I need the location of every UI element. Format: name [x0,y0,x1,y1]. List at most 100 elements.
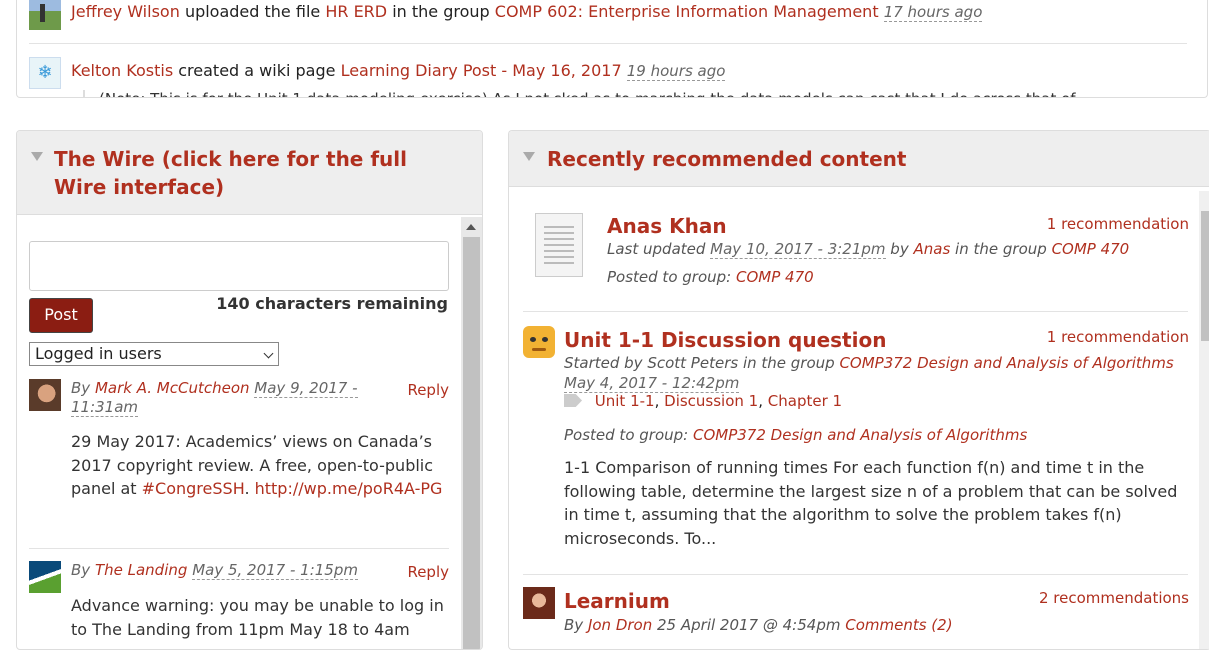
author-link[interactable]: The Landing [95,561,187,579]
file-link[interactable]: HR ERD [325,2,387,21]
reply-link[interactable]: Reply [407,381,449,399]
divider [523,574,1188,575]
wire-header: The Wire (click here for the full Wire i… [17,131,482,215]
recommended-header: Recently recommended content [509,131,1209,187]
scrollbar-thumb[interactable] [1201,211,1209,341]
timestamp: 17 hours ago [883,3,983,22]
activity-panel: Jeffrey Wilson uploaded the file HR ERD … [16,0,1208,98]
divider [29,548,449,549]
avatar[interactable] [523,587,555,619]
by-label: By [71,561,91,579]
access-select[interactable]: Logged in users [29,342,279,366]
author-link[interactable]: Mark A. McCutcheon [95,379,250,397]
activity-item: ❄ Kelton Kostis created a wiki page Lear… [29,57,1187,91]
tag-link[interactable]: Unit 1-1 [595,392,655,410]
item-title-link[interactable]: Learnium [564,589,670,613]
tag-link[interactable]: Chapter 1 [768,392,842,410]
recommended-panel: Recently recommended content Anas Khan 1… [508,130,1209,650]
meta-text: Started by Scott Peters in the group [564,354,835,372]
recommendation-count[interactable]: 1 recommendation [1047,215,1189,233]
tag-icon [564,394,582,407]
recommended-scrollbar[interactable] [1199,191,1209,649]
group-link[interactable]: COMP372 Design and Analysis of Algorithm… [839,354,1173,372]
item-excerpt: 1-1 Comparison of running times For each… [564,458,1178,548]
item-meta: By Jon Dron 25 April 2017 @ 4:54pm Comme… [564,616,953,636]
item-meta: Started by Scott Peters in the group COM… [564,354,1184,393]
item-meta: Last updated May 10, 2017 - 3:21pm by An… [607,240,1167,260]
user-link[interactable]: Jeffrey Wilson [71,2,180,21]
wire-panel: The Wire (click here for the full Wire i… [16,130,483,650]
avatar[interactable]: ❄ [29,57,61,89]
wiki-page-link[interactable]: Learning Diary Post - May 16, 2017 [341,61,622,80]
reply-link[interactable]: Reply [407,563,449,581]
url-link[interactable]: http://wp.me/poR4A-PG [255,479,443,498]
activity-item: Jeffrey Wilson uploaded the file HR ERD … [29,0,1187,32]
wire-post: By The Landing May 5, 2017 - 1:15pm Repl… [29,561,449,649]
wire-message-input[interactable] [29,241,449,291]
group-link[interactable]: COMP 470 [736,268,814,286]
recommended-title: Recently recommended content [547,147,907,171]
timestamp: May 4, 2017 - 12:42pm [564,373,740,393]
meta-text: By [564,616,584,634]
tag-link[interactable]: Discussion 1 [664,392,758,410]
group-link[interactable]: COMP 470 [1052,240,1130,258]
collapse-triangle-icon[interactable] [31,152,43,161]
author-link[interactable]: Anas [913,240,950,258]
recommended-item: Anas Khan 1 recommendation Last updated … [523,213,1189,303]
access-value: Logged in users [35,344,162,363]
wire-scrollbar[interactable] [461,217,482,649]
posted-label: Posted to group: [607,268,732,286]
divider [523,311,1188,312]
timestamp: 25 April 2017 @ 4:54pm [657,616,841,634]
comments-link[interactable]: Comments (2) [845,616,952,634]
meta-text: Last updated [607,240,706,258]
post-meta: By Mark A. McCutcheon May 9, 2017 - 11:3… [71,379,371,417]
avatar[interactable] [523,326,555,358]
recommendation-count[interactable]: 1 recommendation [1047,328,1189,346]
avatar[interactable] [29,561,61,593]
recommended-item: Learnium 2 recommendations By Jon Dron 2… [523,587,1189,649]
timestamp: May 5, 2017 - 1:15pm [192,561,358,580]
item-title-link[interactable]: Anas Khan [607,214,727,238]
wire-post: By Mark A. McCutcheon May 9, 2017 - 11:3… [29,379,449,539]
wire-title-link[interactable]: The Wire (click here for the full Wire i… [54,145,444,201]
author-link[interactable]: Jon Dron [588,616,652,634]
activity-text: Jeffrey Wilson uploaded the file HR ERD … [71,2,983,22]
group-link[interactable]: COMP372 Design and Analysis of Algorithm… [693,426,1027,444]
posted-to: Posted to group: COMP 470 [607,268,814,288]
document-icon[interactable] [535,213,583,277]
post-text: . [244,479,255,498]
figure-icon [40,4,45,22]
post-body: Advance warning: you may be unable to lo… [71,596,444,639]
post-meta: By The Landing May 5, 2017 - 1:15pm [71,561,371,580]
recommended-item: Unit 1-1 Discussion question 1 recommend… [523,326,1189,566]
hashtag-link[interactable]: #CongreSSH [142,479,245,498]
item-title-link[interactable]: Unit 1-1 Discussion question [564,328,886,352]
posted-to: Posted to group: COMP372 Design and Anal… [564,426,1027,446]
group-link[interactable]: COMP 602: Enterprise Information Managem… [495,2,879,21]
activity-excerpt: (Note: This is for the Unit 1 data model… [83,90,1076,97]
recommendation-count[interactable]: 2 recommendations [1039,589,1189,607]
action-text: created a wiki page [178,61,336,80]
activity-text: Kelton Kostis created a wiki page Learni… [71,61,726,81]
chars-remaining: 140 characters remaining [216,294,448,313]
tag-list: Unit 1-1, Discussion 1, Chapter 1 [564,392,842,410]
scroll-up-icon[interactable] [466,224,476,230]
meta-text: in the group [955,240,1047,258]
timestamp: May 10, 2017 - 3:21pm [710,240,886,259]
avatar[interactable] [29,0,61,30]
action-text: uploaded the file [184,2,321,21]
chevron-down-icon [263,348,274,359]
divider [29,43,1187,44]
scrollbar-thumb[interactable] [463,237,480,649]
meta-text: by [890,240,909,258]
timestamp: 19 hours ago [626,62,726,81]
posted-label: Posted to group: [564,426,689,444]
by-label: By [71,379,91,397]
post-button[interactable]: Post [29,298,93,333]
collapse-triangle-icon[interactable] [523,152,535,161]
group-prefix: in the group [392,2,490,21]
avatar[interactable] [29,379,61,411]
user-link[interactable]: Kelton Kostis [71,61,173,80]
post-body: 29 May 2017: Academics’ views on Canada’… [71,430,446,501]
